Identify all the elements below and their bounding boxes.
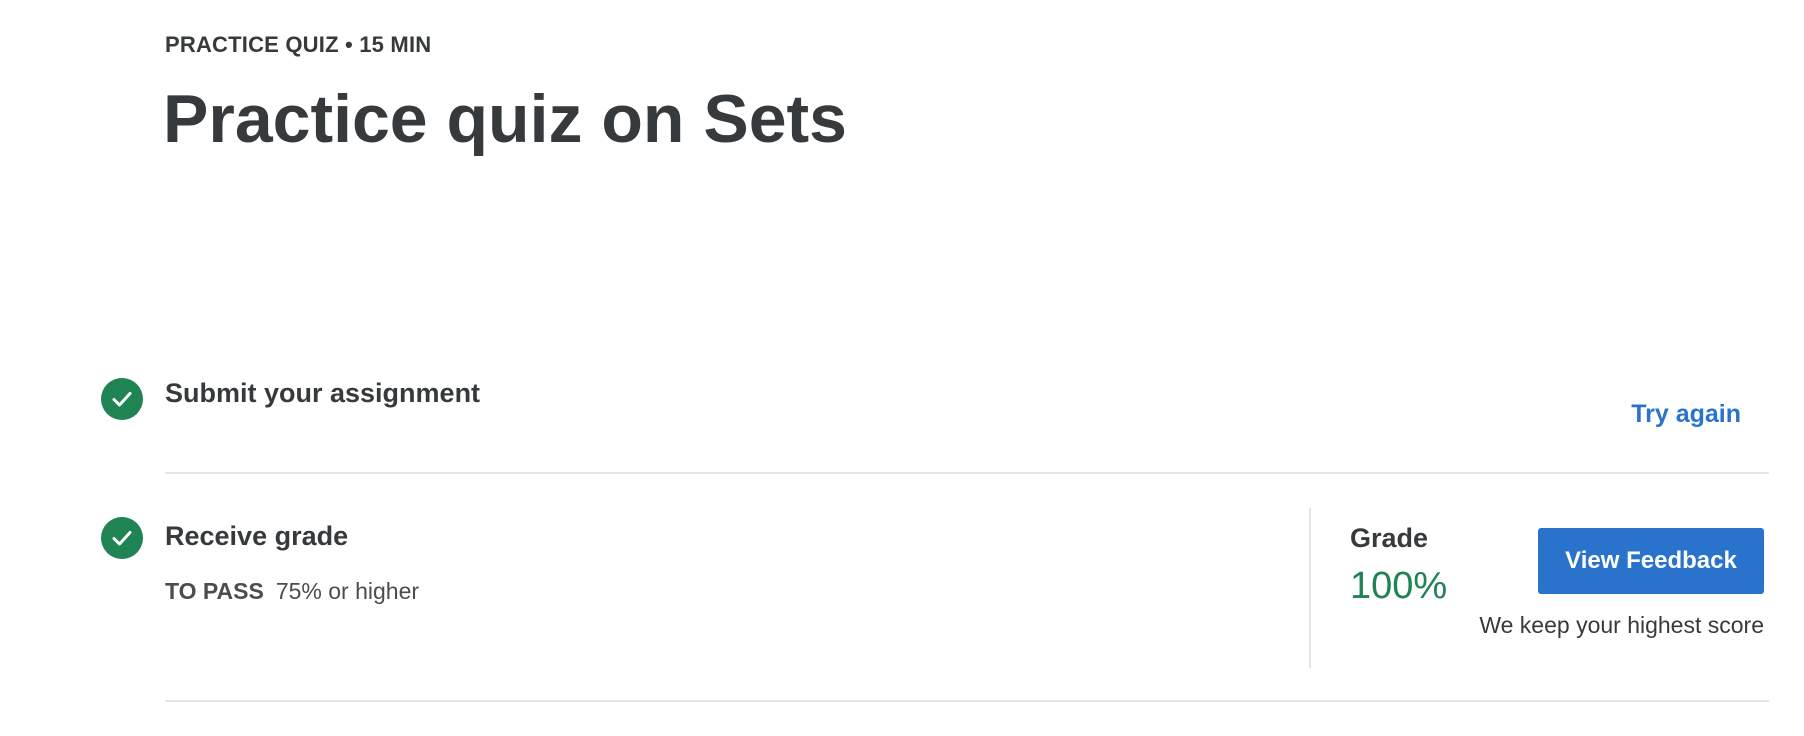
grade-step-title: Receive grade [165,521,349,551]
grade-vertical-divider [1309,508,1311,668]
check-circle-icon [101,517,143,559]
submit-step-title: Submit your assignment [165,378,481,408]
check-circle-icon [101,378,143,420]
to-pass-label: TO PASS [165,578,264,604]
quiz-meta: PRACTICE QUIZ • 15 MIN [165,32,432,57]
grade-label: Grade [1350,523,1429,553]
to-pass-value: 75% or higher [275,578,420,604]
highest-score-note: We keep your highest score [1479,612,1764,638]
bottom-divider [165,700,1769,702]
step-divider [165,472,1769,474]
pass-requirement: TO PASS 75% or higher [165,578,419,605]
page-title: Practice quiz on Sets [163,81,847,157]
try-again-link[interactable]: Try again [1631,400,1741,429]
grade-value: 100% [1350,565,1448,607]
view-feedback-button[interactable]: View Feedback [1538,528,1764,594]
